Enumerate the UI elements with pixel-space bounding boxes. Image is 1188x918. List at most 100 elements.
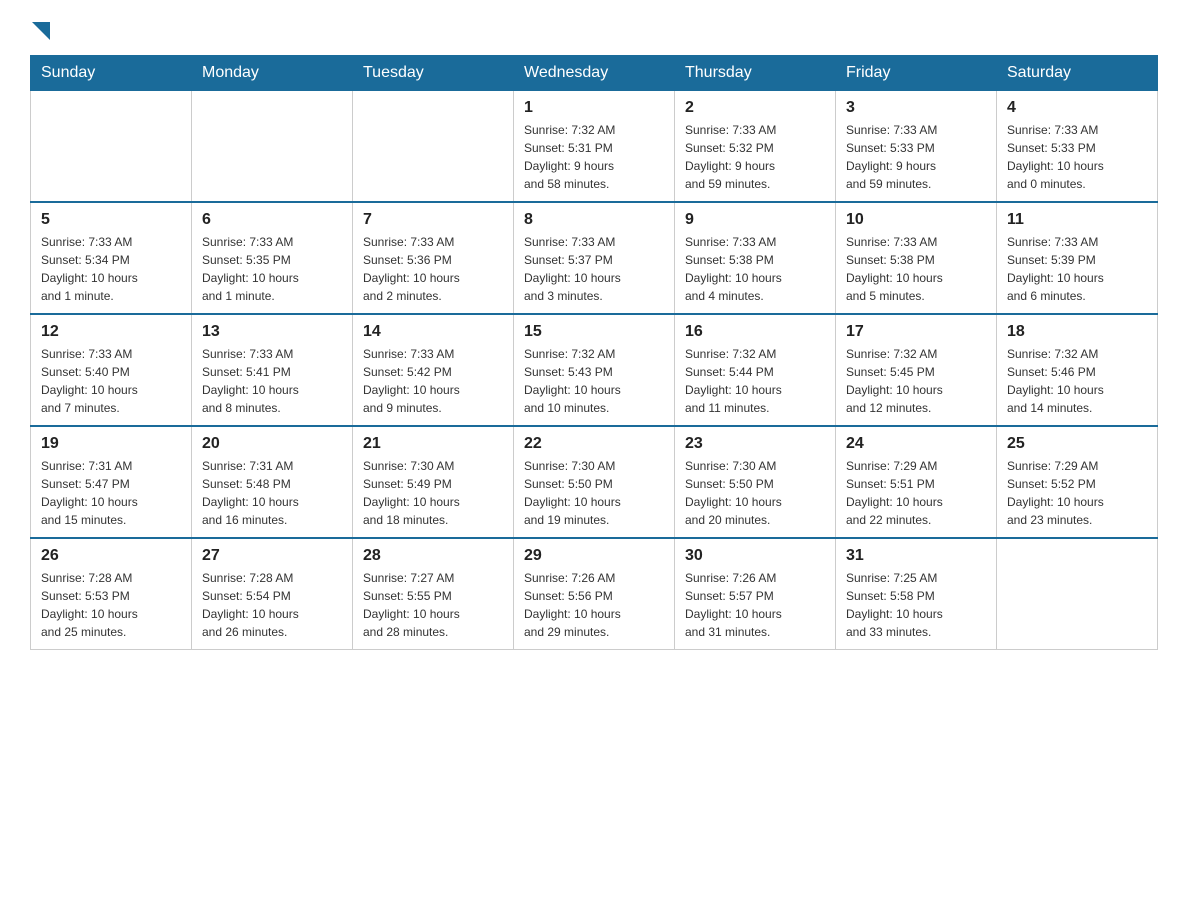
day-info: Sunrise: 7:26 AM Sunset: 5:57 PM Dayligh… [685,569,825,641]
day-info: Sunrise: 7:31 AM Sunset: 5:47 PM Dayligh… [41,457,181,529]
day-number: 20 [202,435,342,453]
calendar-cell: 1 Sunrise: 7:32 AM Sunset: 5:31 PM Daylig… [514,91,675,203]
calendar-cell: 21 Sunrise: 7:30 AM Sunset: 5:49 PM Dayli… [353,426,514,538]
calendar-header-wednesday: Wednesday [514,56,675,91]
day-number: 10 [846,211,986,229]
calendar-cell: 3 Sunrise: 7:33 AM Sunset: 5:33 PM Daylig… [836,91,997,203]
day-number: 30 [685,547,825,565]
day-info: Sunrise: 7:33 AM Sunset: 5:38 PM Dayligh… [685,233,825,305]
day-number: 29 [524,547,664,565]
day-number: 15 [524,323,664,341]
day-number: 3 [846,99,986,117]
calendar-cell: 8 Sunrise: 7:33 AM Sunset: 5:37 PM Daylig… [514,202,675,314]
day-number: 23 [685,435,825,453]
calendar-cell: 6 Sunrise: 7:33 AM Sunset: 5:35 PM Daylig… [192,202,353,314]
day-info: Sunrise: 7:32 AM Sunset: 5:31 PM Dayligh… [524,121,664,193]
day-info: Sunrise: 7:33 AM Sunset: 5:33 PM Dayligh… [846,121,986,193]
calendar-cell: 17 Sunrise: 7:32 AM Sunset: 5:45 PM Dayli… [836,314,997,426]
calendar-header-friday: Friday [836,56,997,91]
calendar-cell: 14Sunrise: 7:33 AM Sunset: 5:42 PM Dayli… [353,314,514,426]
calendar-cell: 11Sunrise: 7:33 AM Sunset: 5:39 PM Dayli… [997,202,1158,314]
day-info: Sunrise: 7:29 AM Sunset: 5:51 PM Dayligh… [846,457,986,529]
day-info: Sunrise: 7:32 AM Sunset: 5:43 PM Dayligh… [524,345,664,417]
day-number: 19 [41,435,181,453]
day-number: 4 [1007,99,1147,117]
day-info: Sunrise: 7:33 AM Sunset: 5:36 PM Dayligh… [363,233,503,305]
page-header [30,20,1158,45]
day-info: Sunrise: 7:33 AM Sunset: 5:42 PM Dayligh… [363,345,503,417]
day-info: Sunrise: 7:33 AM Sunset: 5:34 PM Dayligh… [41,233,181,305]
day-info: Sunrise: 7:26 AM Sunset: 5:56 PM Dayligh… [524,569,664,641]
calendar-cell [31,91,192,203]
day-info: Sunrise: 7:32 AM Sunset: 5:44 PM Dayligh… [685,345,825,417]
day-number: 7 [363,211,503,229]
calendar-cell: 24 Sunrise: 7:29 AM Sunset: 5:51 PM Dayli… [836,426,997,538]
day-number: 2 [685,99,825,117]
calendar-cell: 16 Sunrise: 7:32 AM Sunset: 5:44 PM Dayli… [675,314,836,426]
calendar-cell: 4 Sunrise: 7:33 AM Sunset: 5:33 PM Daylig… [997,91,1158,203]
calendar-cell: 12 Sunrise: 7:33 AM Sunset: 5:40 PM Dayli… [31,314,192,426]
day-info: Sunrise: 7:33 AM Sunset: 5:40 PM Dayligh… [41,345,181,417]
day-number: 31 [846,547,986,565]
day-info: Sunrise: 7:30 AM Sunset: 5:50 PM Dayligh… [524,457,664,529]
calendar-cell: 15 Sunrise: 7:32 AM Sunset: 5:43 PM Dayli… [514,314,675,426]
calendar-week-row: 12 Sunrise: 7:33 AM Sunset: 5:40 PM Dayli… [31,314,1158,426]
day-info: Sunrise: 7:33 AM Sunset: 5:35 PM Dayligh… [202,233,342,305]
calendar-header-row: SundayMondayTuesdayWednesdayThursdayFrid… [31,56,1158,91]
calendar-cell: 18 Sunrise: 7:32 AM Sunset: 5:46 PM Dayli… [997,314,1158,426]
day-number: 13 [202,323,342,341]
calendar-cell: 28 Sunrise: 7:27 AM Sunset: 5:55 PM Dayli… [353,538,514,650]
calendar-cell: 7 Sunrise: 7:33 AM Sunset: 5:36 PM Daylig… [353,202,514,314]
day-number: 21 [363,435,503,453]
day-number: 24 [846,435,986,453]
calendar-week-row: 26 Sunrise: 7:28 AM Sunset: 5:53 PM Dayli… [31,538,1158,650]
day-number: 18 [1007,323,1147,341]
calendar-cell: 29 Sunrise: 7:26 AM Sunset: 5:56 PM Dayli… [514,538,675,650]
calendar-cell: 13Sunrise: 7:33 AM Sunset: 5:41 PM Dayli… [192,314,353,426]
day-info: Sunrise: 7:33 AM Sunset: 5:33 PM Dayligh… [1007,121,1147,193]
calendar-cell: 31 Sunrise: 7:25 AM Sunset: 5:58 PM Dayli… [836,538,997,650]
day-number: 1 [524,99,664,117]
day-info: Sunrise: 7:29 AM Sunset: 5:52 PM Dayligh… [1007,457,1147,529]
calendar-cell: 27 Sunrise: 7:28 AM Sunset: 5:54 PM Dayli… [192,538,353,650]
calendar-cell: 10 Sunrise: 7:33 AM Sunset: 5:38 PM Dayli… [836,202,997,314]
day-number: 17 [846,323,986,341]
calendar-cell: 5 Sunrise: 7:33 AM Sunset: 5:34 PM Daylig… [31,202,192,314]
day-info: Sunrise: 7:25 AM Sunset: 5:58 PM Dayligh… [846,569,986,641]
day-number: 16 [685,323,825,341]
day-info: Sunrise: 7:30 AM Sunset: 5:49 PM Dayligh… [363,457,503,529]
calendar-cell: 23 Sunrise: 7:30 AM Sunset: 5:50 PM Dayli… [675,426,836,538]
day-number: 8 [524,211,664,229]
day-info: Sunrise: 7:31 AM Sunset: 5:48 PM Dayligh… [202,457,342,529]
day-number: 27 [202,547,342,565]
day-number: 26 [41,547,181,565]
day-number: 5 [41,211,181,229]
day-info: Sunrise: 7:33 AM Sunset: 5:37 PM Dayligh… [524,233,664,305]
calendar-cell: 20 Sunrise: 7:31 AM Sunset: 5:48 PM Dayli… [192,426,353,538]
logo [30,20,50,45]
calendar-cell: 19 Sunrise: 7:31 AM Sunset: 5:47 PM Dayli… [31,426,192,538]
day-info: Sunrise: 7:33 AM Sunset: 5:32 PM Dayligh… [685,121,825,193]
day-number: 28 [363,547,503,565]
day-info: Sunrise: 7:33 AM Sunset: 5:38 PM Dayligh… [846,233,986,305]
day-info: Sunrise: 7:27 AM Sunset: 5:55 PM Dayligh… [363,569,503,641]
calendar-header-tuesday: Tuesday [353,56,514,91]
calendar-cell: 26 Sunrise: 7:28 AM Sunset: 5:53 PM Dayli… [31,538,192,650]
day-info: Sunrise: 7:32 AM Sunset: 5:46 PM Dayligh… [1007,345,1147,417]
day-info: Sunrise: 7:28 AM Sunset: 5:54 PM Dayligh… [202,569,342,641]
calendar-week-row: 5 Sunrise: 7:33 AM Sunset: 5:34 PM Daylig… [31,202,1158,314]
day-info: Sunrise: 7:32 AM Sunset: 5:45 PM Dayligh… [846,345,986,417]
calendar-cell: 22Sunrise: 7:30 AM Sunset: 5:50 PM Dayli… [514,426,675,538]
calendar-cell [192,91,353,203]
day-number: 9 [685,211,825,229]
logo-arrow-icon [32,22,50,40]
calendar-cell: 25Sunrise: 7:29 AM Sunset: 5:52 PM Dayli… [997,426,1158,538]
calendar-table: SundayMondayTuesdayWednesdayThursdayFrid… [30,55,1158,650]
day-number: 12 [41,323,181,341]
calendar-week-row: 19 Sunrise: 7:31 AM Sunset: 5:47 PM Dayli… [31,426,1158,538]
day-info: Sunrise: 7:28 AM Sunset: 5:53 PM Dayligh… [41,569,181,641]
calendar-cell: 30 Sunrise: 7:26 AM Sunset: 5:57 PM Dayli… [675,538,836,650]
calendar-cell [997,538,1158,650]
day-info: Sunrise: 7:30 AM Sunset: 5:50 PM Dayligh… [685,457,825,529]
day-number: 6 [202,211,342,229]
